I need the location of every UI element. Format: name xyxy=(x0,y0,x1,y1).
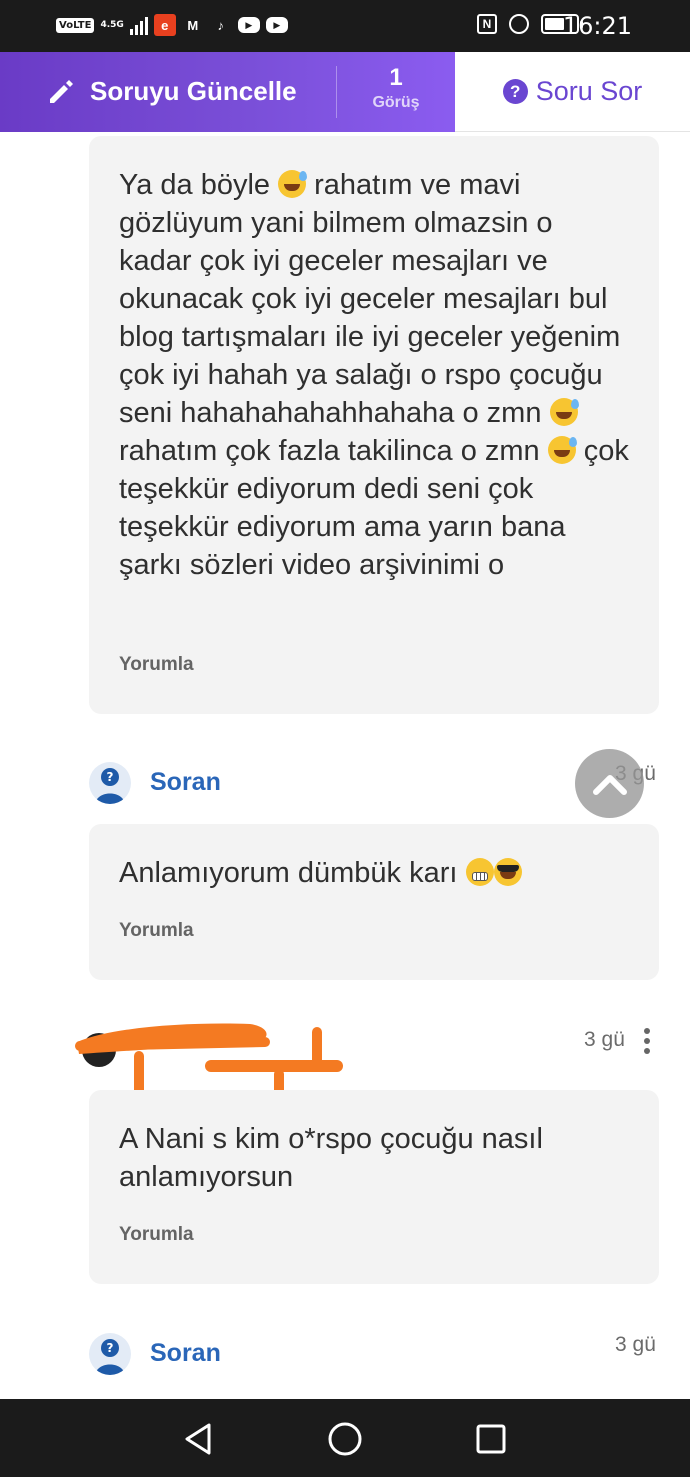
user-silhouette-icon: ? xyxy=(95,1339,125,1375)
answer-text-part: rahatım çok fazla takilinca o zmn xyxy=(119,435,548,467)
answer-text: Anlamıyorum dümbük karı xyxy=(119,824,629,892)
nfc-icon: N xyxy=(477,14,497,34)
gmail-icon: M xyxy=(187,17,199,33)
author-row: ? Soran 3 gü xyxy=(89,762,659,806)
svg-text:?: ? xyxy=(107,770,114,784)
grinning-sweat-emoji-icon xyxy=(278,170,308,198)
answer-text-part: Ya da böyle xyxy=(119,169,279,201)
clock: 16:21 xyxy=(562,12,632,40)
user-silhouette-icon: ? xyxy=(95,768,125,804)
scroll-to-top-button[interactable] xyxy=(575,749,644,818)
views-counter[interactable]: 1 Görüş xyxy=(337,64,455,112)
sunglasses-emoji-icon xyxy=(493,858,522,886)
ask-question-button[interactable]: ? Soru Sor xyxy=(455,52,690,132)
notification-app-icon: e xyxy=(153,14,176,36)
network-type: 4.5G xyxy=(100,19,124,30)
comment-button[interactable]: Yorumla xyxy=(119,1224,194,1246)
update-question-label: Soruyu Güncelle xyxy=(90,76,297,106)
pencil-icon xyxy=(46,77,76,107)
answer-time: 3 gü xyxy=(615,1333,656,1356)
answer-text-part: Anlamıyorum dümbük karı xyxy=(119,857,466,889)
recents-square-icon xyxy=(476,1424,506,1454)
answer-card: Ya da böyle rahatım ve mavi gözlüyum yan… xyxy=(89,136,659,714)
more-options-icon[interactable] xyxy=(644,1028,650,1054)
nav-back-button[interactable] xyxy=(178,1419,218,1459)
chevron-up-icon xyxy=(592,774,627,795)
status-left-icons: VoLTE 4.5G e M ♪ ▶ ▶ xyxy=(56,14,288,36)
answer-card: Anlamıyorum dümbük karı Yorumla xyxy=(89,824,659,980)
ask-question-label: Soru Sor xyxy=(535,76,643,106)
author-name[interactable]: Soran xyxy=(150,768,221,797)
author-row: ? Soran 3 gü xyxy=(89,1333,659,1377)
nav-recents-button[interactable] xyxy=(471,1419,511,1459)
views-count: 1 xyxy=(389,64,403,91)
answer-card: A Nani s kim o*rspo çocuğu nasıl anlamıy… xyxy=(89,1090,659,1284)
author-name[interactable]: Soran xyxy=(150,1339,221,1368)
question-header: Soruyu Güncelle 1 Görüş ? Soru Sor xyxy=(0,52,690,132)
question-mark-icon: ? xyxy=(502,79,528,104)
tiktok-icon: ♪ xyxy=(217,17,225,33)
home-circle-icon xyxy=(328,1422,362,1456)
grinning-sweat-emoji-icon xyxy=(547,436,577,464)
answer-text-part: rahatım ve mavi gözlüyum yani bilmem olm… xyxy=(119,169,621,429)
answer-text: Ya da böyle rahatım ve mavi gözlüyum yan… xyxy=(119,136,629,584)
comment-button[interactable]: Yorumla xyxy=(119,654,194,676)
back-triangle-icon xyxy=(185,1423,211,1455)
comment-button[interactable]: Yorumla xyxy=(119,920,194,942)
alarm-icon xyxy=(509,14,529,34)
update-question-button[interactable]: Soruyu Güncelle xyxy=(46,76,297,107)
svg-text:?: ? xyxy=(107,1341,114,1355)
youtube-icon: ▶ xyxy=(237,17,260,33)
avatar[interactable]: ? xyxy=(89,762,131,804)
nav-home-button[interactable] xyxy=(325,1419,365,1459)
signal-icon xyxy=(129,15,148,35)
answer-text: A Nani s kim o*rspo çocuğu nasıl anlamıy… xyxy=(119,1123,543,1193)
avatar[interactable]: ? xyxy=(89,1333,131,1375)
views-label: Görüş xyxy=(372,94,420,111)
header-actions: Soruyu Güncelle 1 Görüş xyxy=(0,52,455,132)
status-bar: VoLTE 4.5G e M ♪ ▶ ▶ N 16:21 xyxy=(0,0,690,52)
grinning-sweat-emoji-icon xyxy=(549,398,579,426)
youtube-icon-2: ▶ xyxy=(265,17,288,33)
answer-time: 3 gü xyxy=(584,1028,625,1051)
volte-badge: VoLTE xyxy=(56,17,95,33)
grimacing-emoji-icon xyxy=(465,858,494,886)
system-nav-bar xyxy=(0,1399,690,1477)
